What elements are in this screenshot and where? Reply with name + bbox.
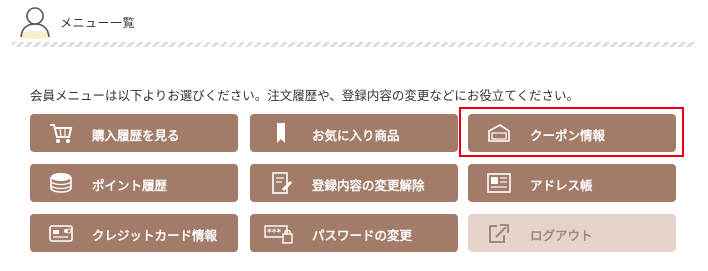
points-label: ポイント履歴 [92,178,168,193]
svg-text:***: *** [267,228,281,238]
coupon-highlight-box [459,107,684,157]
page-title: メニュー一覧 [60,16,136,30]
header-divider [12,42,696,47]
intro-text: 会員メニューは以下よりお選びください。注文履歴や、登録内容の変更などにお役立てく… [30,88,580,103]
password-label: パスワードの変更 [312,228,413,243]
account-edit-label: 登録内容の変更解除 [312,178,425,193]
points-button[interactable]: ポイント履歴 [30,164,238,202]
purchase-history-button[interactable]: 購入履歴を見る [30,114,238,152]
logout-button[interactable]: ログアウト [468,214,676,252]
page-header: メニュー一覧 [0,0,708,44]
user-icon [20,7,50,39]
address-book-icon [487,173,511,193]
cart-icon [50,124,73,143]
password-lock-icon: *** [264,225,293,244]
credit-card-button[interactable]: クレジットカード情報 [30,214,238,252]
purchase-history-label: 購入履歴を見る [92,128,180,143]
coins-icon [50,173,72,193]
logout-label: ログアウト [530,228,593,243]
password-button[interactable]: *** パスワードの変更 [250,214,458,252]
account-edit-button[interactable]: 登録内容の変更解除 [250,164,458,202]
favorites-button[interactable]: お気に入り商品 [250,114,458,152]
edit-document-icon [272,172,292,194]
address-book-button[interactable]: アドレス帳 [468,164,676,202]
logout-icon [489,224,509,243]
favorites-label: お気に入り商品 [312,128,400,143]
bookmark-icon [277,123,285,143]
credit-card-icon [49,225,73,242]
address-book-label: アドレス帳 [530,178,593,193]
credit-card-label: クレジットカード情報 [92,228,218,243]
